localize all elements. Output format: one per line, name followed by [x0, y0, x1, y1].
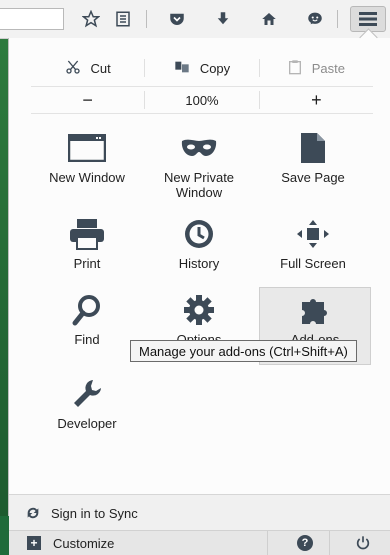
customize-label: Customize — [53, 535, 115, 551]
power-icon — [355, 535, 371, 551]
find-button[interactable]: Find — [31, 288, 143, 366]
cut-button[interactable]: Cut — [31, 54, 144, 82]
copy-label: Copy — [199, 60, 231, 76]
navigation-toolbar — [0, 0, 390, 39]
developer-label: Developer — [57, 416, 117, 431]
save-page-label: Save Page — [281, 170, 345, 185]
mask-icon — [179, 130, 219, 166]
magnifier-icon — [67, 292, 107, 328]
customize-button[interactable]: + Customize — [9, 531, 114, 555]
gear-icon — [179, 292, 219, 328]
wrench-icon — [67, 376, 107, 412]
paste-label: Paste — [311, 60, 345, 76]
edit-controls: Cut Copy Paste — [31, 54, 373, 82]
sync-label: Sign in to Sync — [51, 505, 138, 521]
new-window-label: New Window — [49, 170, 125, 185]
new-window-button[interactable]: New Window — [31, 126, 143, 204]
history-label: History — [178, 256, 220, 271]
zoom-out-button[interactable]: − — [31, 87, 144, 113]
add-ons-tooltip: Manage your add-ons (Ctrl+Shift+A) — [130, 340, 357, 362]
full-screen-button[interactable]: Full Screen — [257, 212, 369, 290]
puzzle-piece-icon — [295, 292, 335, 328]
save-page-button[interactable]: Save Page — [257, 126, 369, 204]
help-button[interactable]: ? — [287, 531, 323, 555]
developer-button[interactable]: Developer — [31, 372, 143, 450]
search-field[interactable] — [0, 8, 64, 30]
sync-icon — [25, 505, 41, 521]
cut-label: Cut — [90, 60, 111, 76]
full-screen-label: Full Screen — [280, 256, 346, 271]
customize-plus-icon: + — [27, 536, 41, 550]
downloads-icon[interactable] — [208, 6, 238, 32]
new-private-window-button[interactable]: New Private Window — [143, 126, 255, 204]
bookmark-star-icon[interactable] — [76, 6, 106, 32]
pocket-icon[interactable] — [162, 6, 192, 32]
new-private-window-label: New Private Window — [163, 170, 235, 200]
window-icon — [67, 130, 107, 166]
clipboard-icon — [288, 59, 302, 78]
find-label: Find — [74, 332, 100, 347]
main-menu-panel: Cut Copy Paste − 100% + New Window New P… — [8, 28, 390, 555]
copy-button[interactable]: Copy — [145, 54, 258, 82]
clock-icon — [179, 216, 219, 252]
zoom-in-button[interactable]: + — [260, 87, 373, 113]
sign-in-to-sync-button[interactable]: Sign in to Sync — [9, 494, 390, 531]
history-button[interactable]: History — [143, 212, 255, 290]
hello-chat-icon[interactable] — [300, 6, 330, 32]
print-button[interactable]: Print — [31, 212, 143, 290]
background-window-edge — [0, 0, 8, 516]
printer-icon — [67, 216, 107, 252]
scissors-icon — [65, 59, 81, 78]
fullscreen-icon — [293, 216, 333, 252]
quit-button[interactable] — [343, 531, 383, 555]
paste-button[interactable]: Paste — [260, 54, 373, 82]
zoom-reset-button[interactable]: 100% — [145, 87, 258, 113]
page-icon — [293, 130, 333, 166]
panel-footer: + Customize ? — [9, 530, 390, 555]
help-icon: ? — [297, 535, 313, 551]
reading-list-icon[interactable] — [108, 6, 138, 32]
zoom-controls: − 100% + — [31, 86, 373, 114]
print-label: Print — [73, 256, 101, 271]
home-icon[interactable] — [254, 6, 284, 32]
copy-icon — [174, 60, 190, 77]
